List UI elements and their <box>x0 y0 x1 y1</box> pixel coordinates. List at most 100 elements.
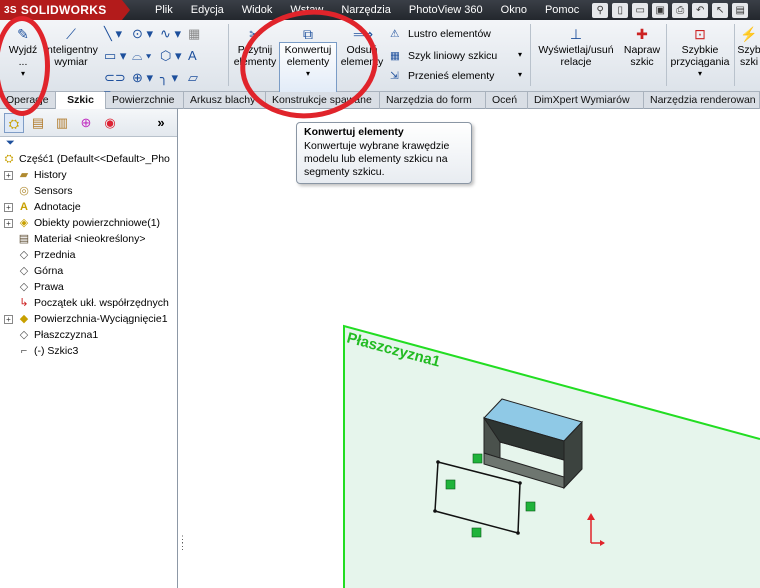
display-relations-label: Wyświetlaj/usuń relacje <box>538 44 614 68</box>
convert-entities-tooltip: Konwertuj elementy Konwertuje wybrane kr… <box>296 122 472 184</box>
select-arrow-icon[interactable]: ↖ <box>712 2 729 18</box>
tree-root-label: Część1 (Default<<Default>_Pho <box>19 153 170 165</box>
expand-icon[interactable]: + <box>4 170 13 180</box>
menu-view[interactable]: Widok <box>233 0 282 20</box>
command-manager-tabs: Operacje Szkic Powierzchnie Arkusz blach… <box>0 92 760 109</box>
menu-help[interactable]: Pomoc <box>536 0 588 20</box>
menu-photoview[interactable]: PhotoView 360 <box>400 0 492 20</box>
polygon-icon[interactable]: ⬡ ▾ <box>160 48 188 64</box>
tree-item-plane1[interactable]: ◇ Płaszczyzna1 <box>17 327 98 343</box>
menu-window[interactable]: Okno <box>492 0 536 20</box>
tab-surfaces[interactable]: Powierzchnie <box>106 92 184 109</box>
tree-item-right-plane[interactable]: ◇ Prawa <box>17 279 64 295</box>
tree-item-sensors[interactable]: ◎ Sensors <box>17 183 72 199</box>
circle-icon[interactable]: ⊙ ▾ <box>132 26 160 42</box>
fillet-icon[interactable]: ╮ ▾ <box>160 70 188 86</box>
relation-marker-icon[interactable] <box>471 527 482 538</box>
viewport-canvas: Płaszczyzna1 <box>343 324 760 588</box>
linear-pattern-label: Szyk liniowy szkicu <box>408 50 498 62</box>
tab-sketch[interactable]: Szkic <box>56 92 106 109</box>
display-relations-button[interactable]: ⊥ Wyświetlaj/usuń relacje <box>534 26 618 68</box>
tooltip-title: Konwertuj elementy <box>304 126 404 138</box>
quick-snaps-button[interactable]: ⊡ Szybkie przyciągania ▾ <box>668 26 732 80</box>
relations-icon: ⊥ <box>569 26 583 42</box>
tree-root-part[interactable]: ⛭ Część1 (Default<<Default>_Pho <box>2 151 170 167</box>
repair-sketch-button[interactable]: ✚ Napraw szkic <box>620 26 664 68</box>
tree-item-material[interactable]: ▤ Materiał <nieokreślony> <box>17 231 146 247</box>
tree-item-top-plane[interactable]: ◇ Górna <box>17 263 63 279</box>
tooltip-line: modelu lub elementy szkicu na <box>304 153 448 165</box>
material-icon: ▤ <box>18 233 30 245</box>
plane-icon[interactable]: ▱ <box>188 70 216 86</box>
rebuild-icon[interactable]: ▤ <box>732 2 749 18</box>
rapid-sketch-button[interactable]: ⚡ Szyb szki <box>736 26 760 68</box>
line-icon[interactable]: ╲ ▾ <box>104 26 132 42</box>
construction-geometry-icon[interactable]: ▦ <box>188 26 216 42</box>
rectangle-icon[interactable]: ▭ ▾ <box>104 48 132 64</box>
arc-icon[interactable]: ⌓ ▾ <box>132 48 160 64</box>
spline-icon[interactable]: ∿ ▾ <box>160 26 188 42</box>
sketch-point[interactable] <box>516 531 520 535</box>
configuration-manager-tab-icon[interactable]: ▥ <box>52 113 72 133</box>
menu-bar: 3S SOLIDWORKS Plik Edycja Widok Wstaw Na… <box>0 0 760 20</box>
tree-item-history[interactable]: + ▰ History <box>4 167 67 183</box>
new-document-icon[interactable]: ▯ <box>612 2 629 18</box>
logo-arrow-icon[interactable] <box>122 0 130 20</box>
expand-icon[interactable]: + <box>4 202 13 212</box>
menu-file[interactable]: Plik <box>146 0 182 20</box>
plane-icon: ◇ <box>19 281 29 293</box>
annotation-icon: A <box>20 201 28 213</box>
solidworks-window: 3S SOLIDWORKS Plik Edycja Widok Wstaw Na… <box>0 0 760 588</box>
sketch-point[interactable] <box>433 509 437 513</box>
text-icon[interactable]: A <box>188 48 216 64</box>
expand-icon[interactable]: + <box>4 218 13 228</box>
tree-item-surface-extrude[interactable]: + ◆ Powierzchnia-Wyciągnięcie1 <box>4 311 168 327</box>
smart-dimension-button[interactable]: ⟋ Inteligentny wymiar <box>42 26 100 68</box>
relation-marker-icon[interactable] <box>445 479 456 490</box>
move-entities-button[interactable]: ⇲ Przenieś elementy <box>390 70 494 82</box>
relation-marker-icon[interactable] <box>525 501 536 512</box>
tree-item-annotations[interactable]: + A Adnotacje <box>4 199 81 215</box>
tree-item-label: Górna <box>34 265 64 277</box>
save-icon[interactable]: ▣ <box>652 2 669 18</box>
move-icon: ⇲ <box>390 70 399 82</box>
slot-icon[interactable]: ⊂⊃ ▾ <box>104 70 132 101</box>
repair-sketch-icon: ✚ <box>636 26 648 42</box>
display-manager-tab-icon[interactable]: ◉ <box>100 113 120 133</box>
linear-pattern-button[interactable]: ▦ Szyk liniowy szkicu <box>390 50 497 62</box>
surface-extrude-icon: ◆ <box>19 313 29 325</box>
property-manager-tab-icon[interactable]: ▤ <box>28 113 48 133</box>
more-tabs-icon[interactable]: » <box>151 113 171 133</box>
undo-icon[interactable]: ↶ <box>692 2 709 18</box>
relation-marker-icon[interactable] <box>472 453 483 464</box>
tree-item-surface-bodies[interactable]: + ◈ Obiekty powierzchniowe(1) <box>4 215 160 231</box>
point-icon[interactable]: ⊕ ▾ <box>132 70 160 86</box>
tree-item-sketch3[interactable]: ⌐ (-) Szkic3 <box>17 343 79 359</box>
graphics-area[interactable]: Płaszczyzna1 <box>184 109 760 588</box>
move-dropdown[interactable]: ▾ <box>518 70 522 79</box>
plane-icon: ◇ <box>19 329 29 341</box>
ribbon-separator <box>228 24 229 86</box>
tab-evaluate[interactable]: Oceń <box>486 92 528 109</box>
sketch-point[interactable] <box>518 481 522 485</box>
sketch-point[interactable] <box>436 460 440 464</box>
open-folder-icon[interactable]: ▭ <box>632 2 649 18</box>
print-icon[interactable]: ⎙ <box>672 2 689 18</box>
tab-render-tools[interactable]: Narzędzia renderowan <box>644 92 760 109</box>
mirror-icon: ⚠ <box>390 28 400 40</box>
expand-icon[interactable]: + <box>4 314 13 324</box>
mirror-entities-button[interactable]: ⚠ Lustro elementów <box>390 28 491 40</box>
plane-icon: ◇ <box>19 265 29 277</box>
filter-icon[interactable]: ⏷ <box>0 137 177 149</box>
menu-edit[interactable]: Edycja <box>182 0 233 20</box>
surface-bodies-icon: ◈ <box>19 217 29 229</box>
tab-dimxpert[interactable]: DimXpert Wymiarów <box>528 92 644 109</box>
linear-pattern-dropdown[interactable]: ▾ <box>518 50 522 59</box>
tab-mold-tools[interactable]: Narzędzia do form <box>380 92 486 109</box>
tree-item-front-plane[interactable]: ◇ Przednia <box>17 247 76 263</box>
dimxpert-manager-tab-icon[interactable]: ⊕ <box>76 113 96 133</box>
tree-item-origin[interactable]: ↳ Początek ukł. współrzędnych <box>17 295 168 311</box>
quick-snaps-icon: ⊡ <box>694 26 706 42</box>
tree-item-label: Powierzchnia-Wyciągnięcie1 <box>34 313 168 325</box>
pin-icon[interactable]: ⚲ <box>592 2 609 18</box>
